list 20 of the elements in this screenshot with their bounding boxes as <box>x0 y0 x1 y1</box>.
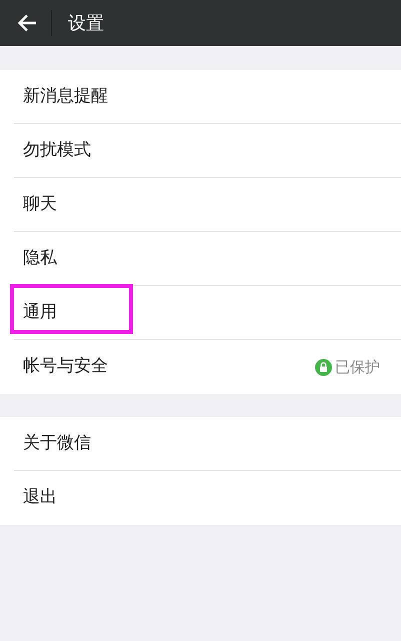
back-arrow-icon[interactable] <box>17 14 37 32</box>
settings-item[interactable]: 通用 <box>14 286 401 340</box>
settings-item[interactable]: 退出 <box>0 471 401 525</box>
settings-item[interactable]: 关于微信 <box>14 417 401 471</box>
settings-item[interactable]: 隐私 <box>14 232 401 286</box>
item-label: 关于微信 <box>23 432 91 455</box>
item-label: 通用 <box>23 300 57 324</box>
item-label: 聊天 <box>23 192 57 216</box>
screen-title: 设置 <box>68 12 104 36</box>
lock-icon <box>315 358 332 376</box>
item-label: 退出 <box>23 486 57 510</box>
status-text: 已保护 <box>335 356 380 378</box>
settings-item[interactable]: 新消息提醒 <box>14 70 401 124</box>
settings-item[interactable]: 勿扰模式 <box>14 124 401 178</box>
settings-item[interactable]: 聊天 <box>14 178 401 232</box>
item-label: 隐私 <box>23 246 57 270</box>
item-label: 帐号与安全 <box>23 355 108 378</box>
item-label: 新消息提醒 <box>23 84 108 108</box>
settings-item[interactable]: 帐号与安全 已保护 <box>0 340 401 394</box>
item-label: 勿扰模式 <box>23 138 91 162</box>
